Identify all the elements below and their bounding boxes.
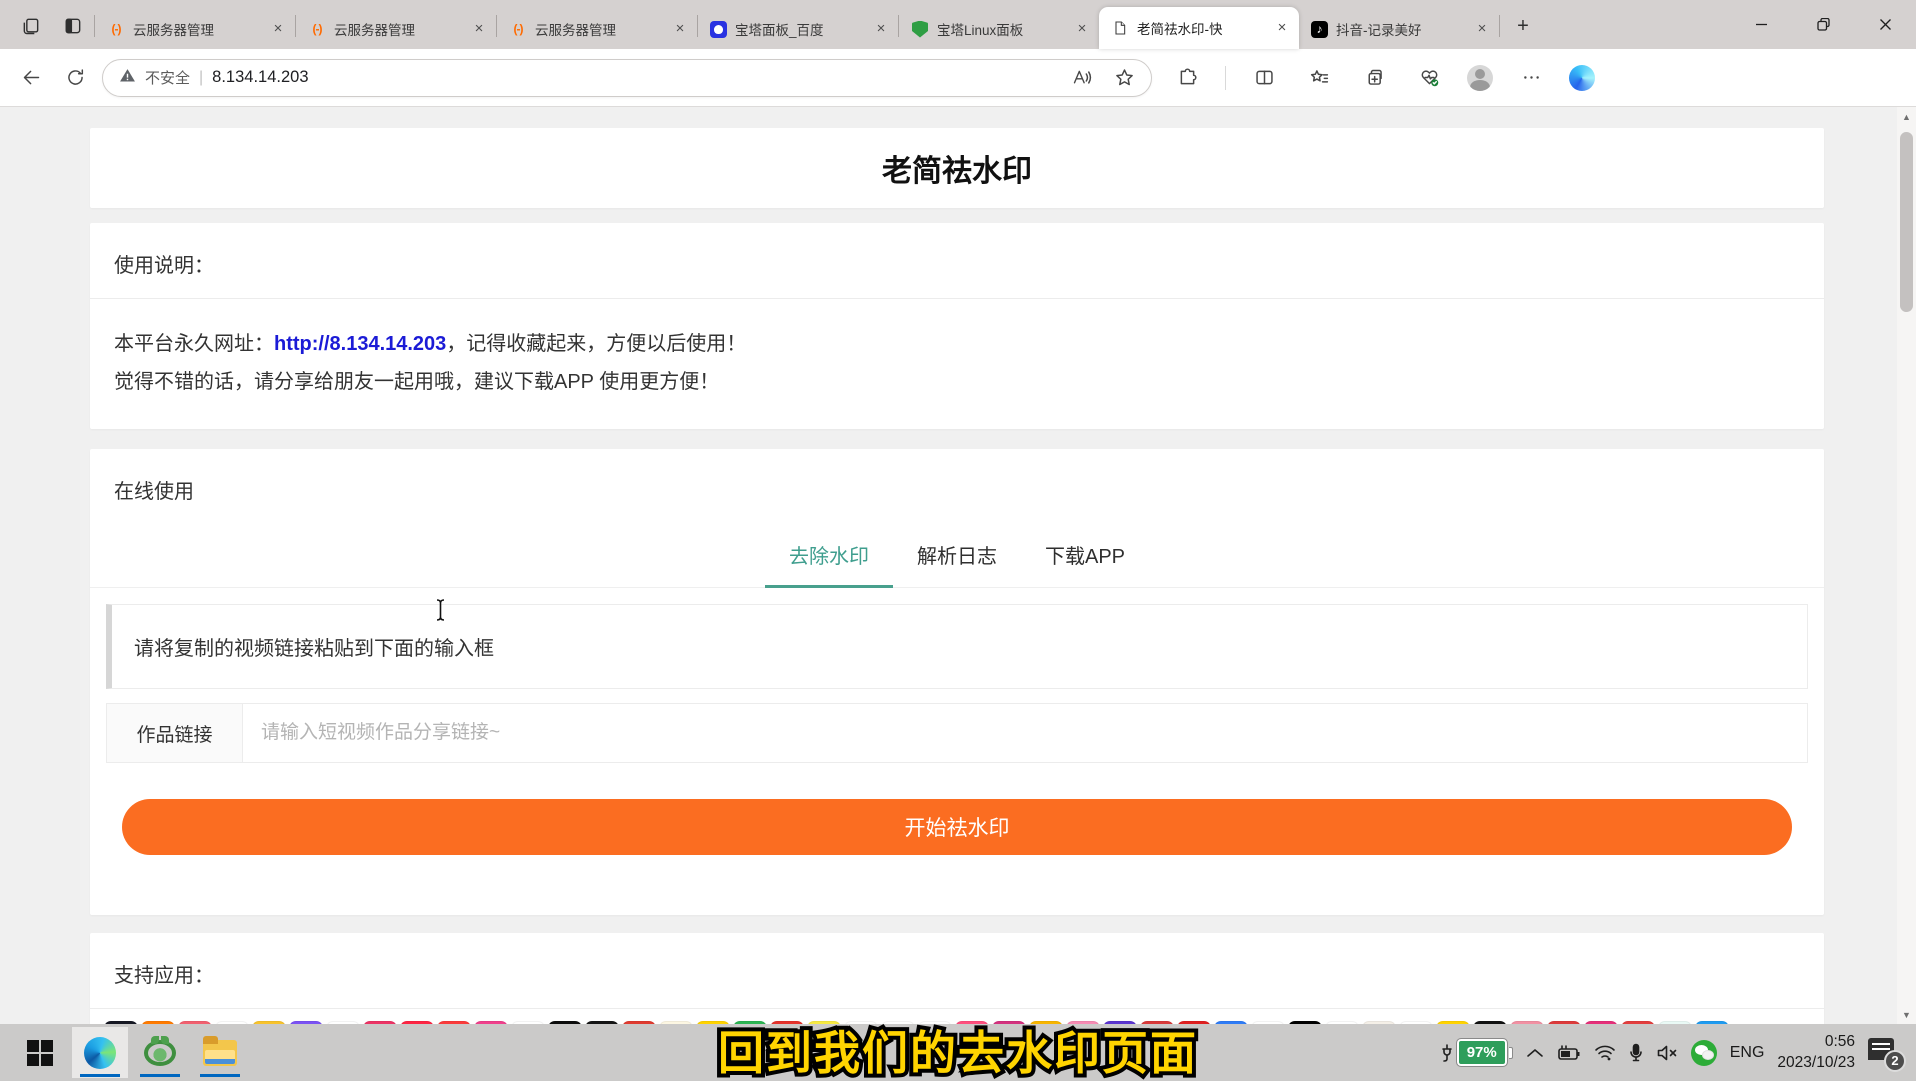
security-label[interactable]: 不安全 <box>145 67 190 88</box>
toolbar-divider <box>1225 66 1226 90</box>
tab-separator <box>1499 15 1500 37</box>
video-subtitle: 回到我们的去水印页面 <box>0 1017 1916 1081</box>
tab-close-icon[interactable]: × <box>1273 19 1291 37</box>
tab-close-icon[interactable]: × <box>269 20 287 38</box>
text-cursor <box>434 598 447 622</box>
browser-tab-bar: (-) 云服务器管理 × (-) 云服务器管理 × (-) 云服务器管理 × 宝… <box>0 0 1916 49</box>
page-title: 老简祛水印 <box>882 146 1032 190</box>
scroll-up-icon[interactable]: ▲ <box>1897 107 1916 126</box>
workspaces-icon[interactable] <box>14 9 48 43</box>
page-content: 老简祛水印 使用说明： 本平台永久网址：http://8.134.14.203，… <box>0 107 1916 1024</box>
usage-card: 使用说明： 本平台永久网址：http://8.134.14.203，记得收藏起来… <box>90 223 1824 429</box>
browser-tab-baidu[interactable]: 宝塔面板_百度 × <box>698 9 898 49</box>
address-bar[interactable]: 不安全 | 8.134.14.203 <box>102 59 1152 97</box>
read-aloud-icon[interactable] <box>1064 61 1098 95</box>
baota-shield-icon <box>911 20 929 38</box>
usage-header: 使用说明： <box>90 223 1824 299</box>
screen: (-) 云服务器管理 × (-) 云服务器管理 × (-) 云服务器管理 × 宝… <box>0 0 1916 1081</box>
window-controls <box>1730 0 1916 49</box>
profile-avatar-icon[interactable] <box>1467 65 1493 91</box>
aliyun-icon: (-) <box>308 20 326 38</box>
supported-apps-header: 支持应用： <box>90 933 1824 1009</box>
tab-close-icon[interactable]: × <box>1473 20 1491 38</box>
settings-more-icon[interactable] <box>1514 61 1548 95</box>
title-card: 老简祛水印 <box>90 128 1824 208</box>
start-remove-watermark-button[interactable]: 开始祛水印 <box>122 799 1792 855</box>
split-screen-icon[interactable] <box>1247 61 1281 95</box>
scrollbar-thumb[interactable] <box>1900 132 1913 312</box>
function-tabs: 去除水印 解析日志 下载APP <box>90 526 1824 588</box>
back-icon[interactable] <box>14 61 48 95</box>
collections-icon[interactable] <box>1357 61 1391 95</box>
scrollbar-track[interactable] <box>1897 126 1916 1005</box>
browser-tab-cloud-3[interactable]: (-) 云服务器管理 × <box>497 9 697 49</box>
online-use-card: 在线使用 去除水印 解析日志 下载APP 请将复制的视频链接粘贴到下面的输入框 … <box>90 449 1824 915</box>
paste-notice: 请将复制的视频链接粘贴到下面的输入框 <box>106 604 1808 689</box>
usage-line-1: 本平台永久网址：http://8.134.14.203，记得收藏起来，方便以后使… <box>114 325 1800 363</box>
link-input-label: 作品链接 <box>107 704 243 762</box>
tab-close-icon[interactable]: × <box>671 20 689 38</box>
close-window-button[interactable] <box>1854 0 1916 49</box>
tiktok-icon: ♪ <box>1311 21 1328 38</box>
supported-apps-card: 支持应用： ♪◉☺b◉▷●Q书火▣▶X▣头●快趣报☺▶t♣◎◎A☺刷▦1.▶◉♪… <box>90 933 1824 1024</box>
page-document-icon <box>1111 19 1129 37</box>
refresh-icon[interactable] <box>58 61 92 95</box>
aliyun-icon: (-) <box>107 20 125 38</box>
not-secure-warning-icon[interactable] <box>119 67 136 89</box>
favorite-star-icon[interactable] <box>1107 61 1141 95</box>
extensions-icon[interactable] <box>1170 61 1204 95</box>
toolbar-right-icons <box>1170 61 1595 95</box>
page-viewport: 老简祛水印 使用说明： 本平台永久网址：http://8.134.14.203，… <box>0 107 1916 1024</box>
usage-line-2: 觉得不错的话，请分享给朋友一起用哦，建议下载APP 使用更方便！ <box>114 363 1800 401</box>
tab-actions-icon[interactable] <box>56 9 90 43</box>
permanent-url-link[interactable]: http://8.134.14.203 <box>274 333 446 355</box>
address-divider: | <box>199 69 203 87</box>
tab-remove-watermark[interactable]: 去除水印 <box>765 526 893 588</box>
tab-close-icon[interactable]: × <box>470 20 488 38</box>
browser-tab-baota[interactable]: 宝塔Linux面板 × <box>899 9 1099 49</box>
browser-tab-cloud-1[interactable]: (-) 云服务器管理 × <box>95 9 295 49</box>
new-tab-button[interactable]: + <box>1508 11 1538 41</box>
aliyun-icon: (-) <box>509 20 527 38</box>
usage-body: 本平台永久网址：http://8.134.14.203，记得收藏起来，方便以后使… <box>90 299 1824 401</box>
browser-tab-cloud-2[interactable]: (-) 云服务器管理 × <box>296 9 496 49</box>
video-link-input[interactable] <box>243 704 1807 762</box>
restore-button[interactable] <box>1792 0 1854 49</box>
browser-essentials-icon[interactable] <box>1412 61 1446 95</box>
browser-toolbar: 不安全 | 8.134.14.203 <box>0 49 1916 107</box>
baidu-icon <box>710 21 727 38</box>
favorites-hub-icon[interactable] <box>1302 61 1336 95</box>
browser-tab-watermark-active[interactable]: 老简祛水印-快 × <box>1099 7 1299 49</box>
copilot-icon[interactable] <box>1569 65 1595 91</box>
minimize-button[interactable] <box>1730 0 1792 49</box>
url-text[interactable]: 8.134.14.203 <box>212 68 1055 87</box>
link-input-row: 作品链接 <box>106 703 1808 763</box>
tab-parse-log[interactable]: 解析日志 <box>893 526 1021 588</box>
tab-close-icon[interactable]: × <box>1073 20 1091 38</box>
page-scrollbar[interactable]: ▲ ▼ <box>1897 107 1916 1024</box>
tab-close-icon[interactable]: × <box>872 20 890 38</box>
tab-download-app[interactable]: 下载APP <box>1021 526 1149 588</box>
browser-tab-douyin[interactable]: ♪ 抖音-记录美好 × <box>1299 9 1499 49</box>
online-use-header: 在线使用 <box>90 449 1824 504</box>
